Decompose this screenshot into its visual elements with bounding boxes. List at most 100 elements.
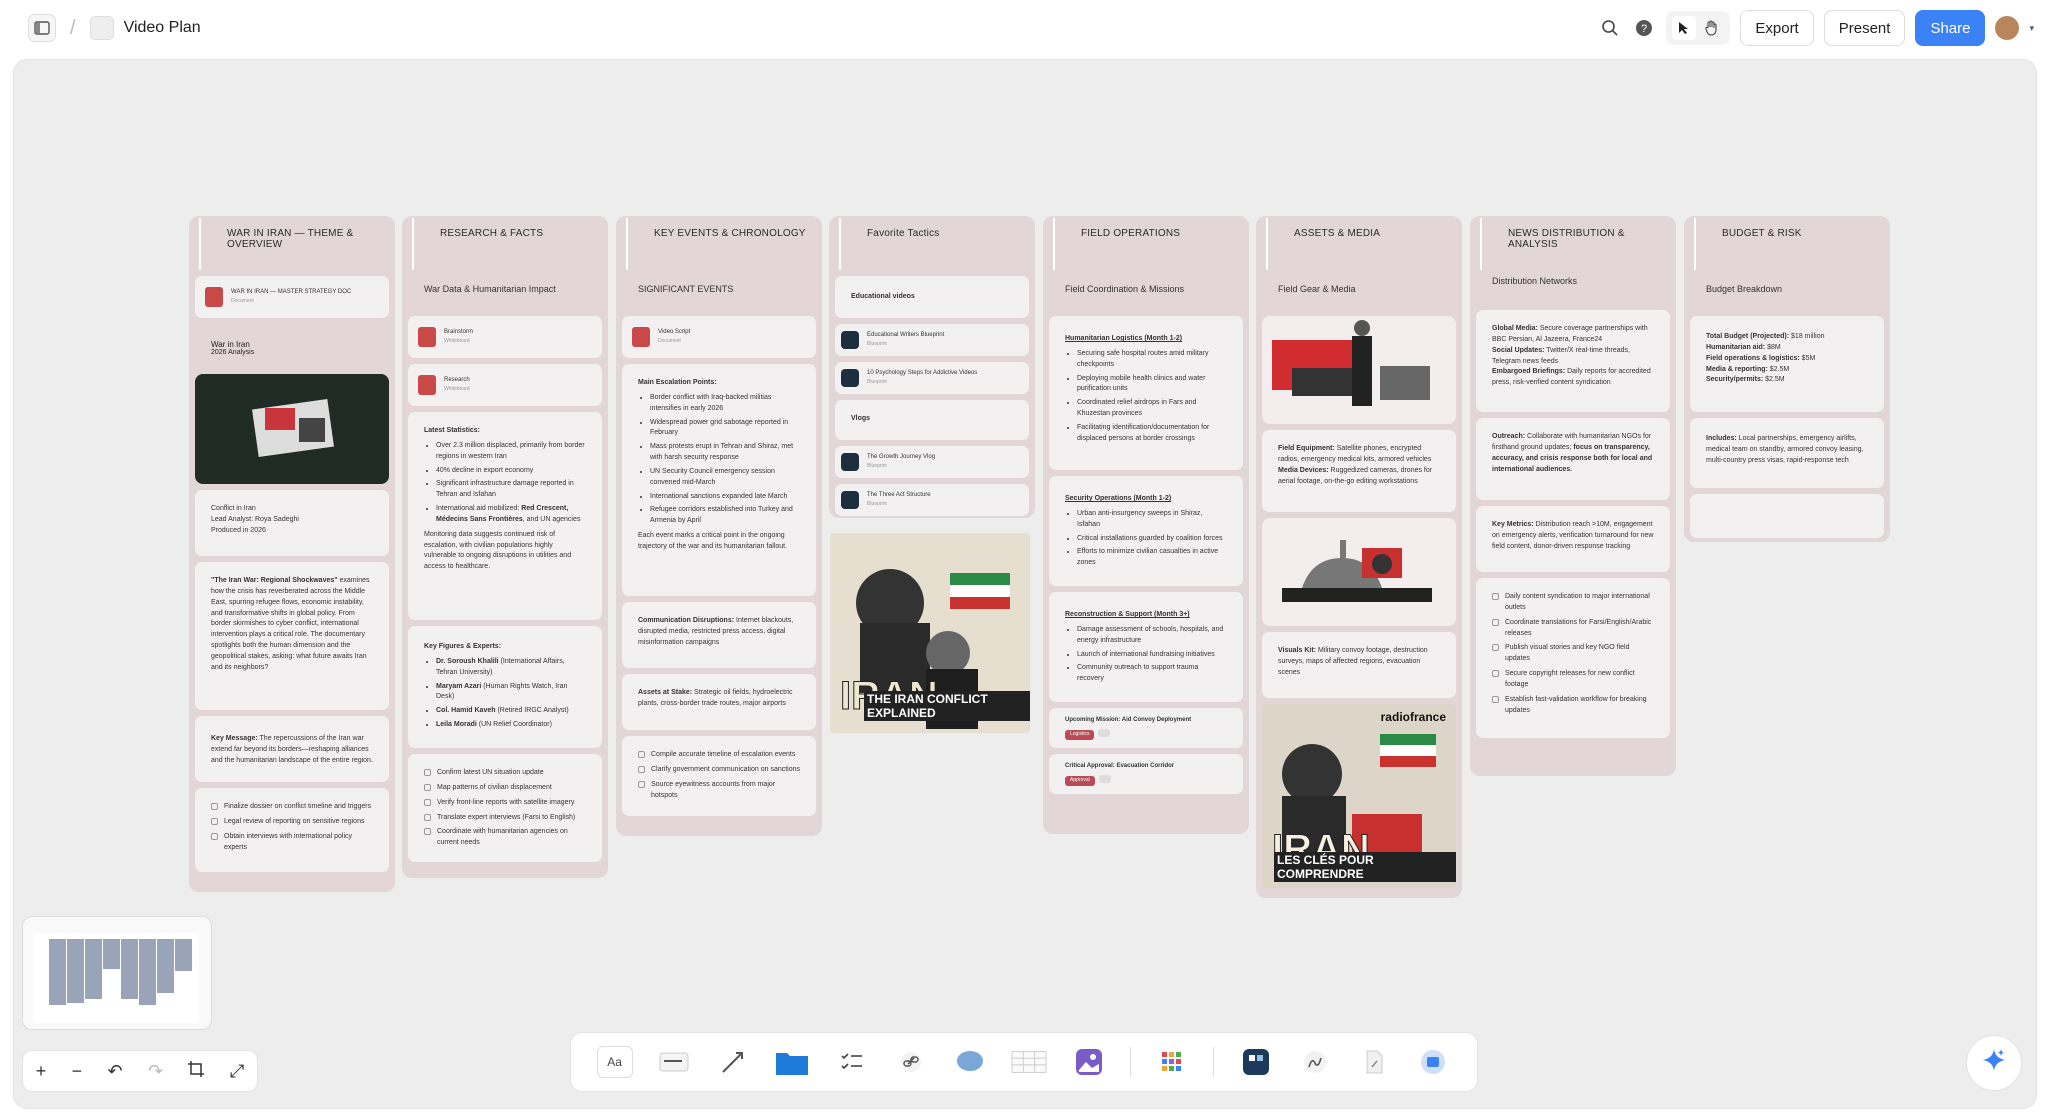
task-item[interactable]: Obtain interviews with international pol… [211,832,373,854]
column-news-distribution[interactable]: NEWS DISTRIBUTION & ANALYSIS Distributio… [1470,216,1676,776]
user-avatar[interactable] [1995,16,2020,40]
security-operations-card[interactable]: Security Operations (Month 1-2) Urban an… [1049,476,1243,586]
column-budget-risk[interactable]: BUDGET & RISK Budget Breakdown Total Bud… [1684,216,1890,542]
whiteboard-card-brainstorm[interactable]: Brainstorm Whiteboard [408,316,602,358]
statistics-card[interactable]: Latest Statistics: Over 2.3 million disp… [408,412,602,620]
attachment-icon[interactable] [1356,1046,1392,1078]
hand-icon[interactable] [1700,16,1724,40]
present-button[interactable]: Present [1823,10,1906,46]
task-item[interactable]: Legal review of reporting on sensitive r… [211,817,373,828]
link-icon[interactable] [893,1046,929,1078]
approval-card[interactable]: Critical Approval: Evacuation Corridor A… [1049,754,1243,794]
ai-assistant-button[interactable] [1966,1035,2022,1091]
zoom-in-icon[interactable]: + [36,1061,47,1082]
table-icon[interactable] [1011,1046,1047,1078]
conflict-info-card[interactable]: Conflict in Iran Lead Analyst: Roya Sade… [195,490,389,556]
lead-text-card[interactable]: "The Iran War: Regional Shockwaves" exam… [195,562,389,710]
column-key-events[interactable]: KEY EVENTS & CHRONOLOGY SIGNIFICANT EVEN… [616,216,822,836]
blueprint-card[interactable]: 10 Psychology Steps for Addictive Videos… [835,362,1029,394]
communication-card[interactable]: Communication Disruptions: Internet blac… [622,602,816,668]
empty-card[interactable] [1690,494,1884,538]
media-collage-image[interactable] [1262,518,1456,626]
comment-icon[interactable] [1098,729,1111,738]
image-icon[interactable] [1071,1046,1107,1078]
export-button[interactable]: Export [1740,10,1814,46]
comment-icon[interactable] [1098,775,1111,784]
mission-card[interactable]: Upcoming Mission: Aid Convoy Deployment … [1049,708,1243,748]
blueprint-card[interactable]: The Three Act Structure Blueprint [835,484,1029,516]
task-item[interactable]: Map patterns of civilian displacement [424,783,586,794]
checkbox[interactable] [424,769,431,776]
task-item[interactable]: Establish fast-validation workflow for b… [1492,695,1654,717]
fullscreen-icon[interactable]: ⤢ [230,1061,244,1082]
reconstruction-card[interactable]: Reconstruction & Support (Month 3+) Dama… [1049,592,1243,702]
blueprint-card[interactable]: Educational Writers Blueprint Blueprint [835,324,1029,356]
checkbox[interactable] [1492,695,1499,703]
text-tool-icon[interactable]: Aa [596,1046,633,1078]
document-card[interactable]: WAR IN IRAN — MASTER STRATEGY DOC Documen… [195,276,389,318]
undo-icon[interactable]: ↶ [108,1061,123,1082]
checkbox[interactable] [1492,670,1499,678]
task-item[interactable]: Translate expert interviews (Farsi to En… [424,813,586,824]
comment-icon[interactable] [952,1046,988,1078]
visuals-kit-card[interactable]: Visuals Kit: Military convoy footage, de… [1262,632,1456,698]
radiofrance-poster[interactable]: radiofrance IRAN LES CLÉS POUR COMPRENDR… [1262,704,1456,888]
checkbox[interactable] [424,783,431,791]
checkbox[interactable] [638,765,645,773]
column-field-operations[interactable]: FIELD OPERATIONS Field Coordination & Mi… [1043,216,1249,834]
key-message-card[interactable]: Key Message: The repercussions of the Ir… [195,716,389,782]
task-item[interactable]: Coordinate with humanitarian agencies on… [424,827,586,849]
note-card-icon[interactable] [656,1046,692,1078]
humanitarian-logistics-card[interactable]: Humanitarian Logistics (Month 1-2) Secur… [1049,316,1243,470]
field-equipment-card[interactable]: Field Equipment: Satellite phones, encry… [1262,430,1456,512]
checkbox[interactable] [211,832,218,840]
checkbox[interactable] [211,817,218,825]
search-icon[interactable] [1598,16,1622,40]
whiteboard-card-research[interactable]: Research Whiteboard [408,364,602,406]
minimap-viewport[interactable] [33,933,199,1023]
group-vlogs[interactable]: Vlogs [835,400,1029,440]
checkbox[interactable] [1492,618,1499,626]
key-metrics-card[interactable]: Key Metrics: Distribution reach >10M, en… [1476,506,1670,572]
chevron-down-icon[interactable]: ▾ [2029,23,2034,34]
includes-card[interactable]: Includes: Local partnerships, emergency … [1690,418,1884,488]
task-list-card[interactable]: Finalize dossier on conflict timeline an… [195,788,389,872]
document-card[interactable]: Video Script Document [622,316,816,358]
budget-card[interactable]: Total Budget (Projected): $18 million Hu… [1690,316,1884,412]
group-educational-videos[interactable]: Educational videos [835,276,1029,318]
task-item[interactable]: Compile accurate timeline of escalation … [638,750,800,761]
task-item[interactable]: Coordinate translations for Farsi/Englis… [1492,618,1654,640]
task-item[interactable]: Daily content syndication to major inter… [1492,592,1654,614]
checklist-icon[interactable] [834,1046,870,1078]
field-gear-image[interactable] [1262,316,1456,424]
task-item[interactable]: Clarify government communication on sanc… [638,765,800,776]
cursor-icon[interactable] [1672,16,1697,40]
checkbox[interactable] [424,798,431,806]
task-item[interactable]: Verify front-line reports with satellite… [424,798,586,809]
task-list-card[interactable]: Daily content syndication to major inter… [1476,578,1670,738]
outreach-card[interactable]: Outreach: Collaborate with humanitarian … [1476,418,1670,500]
task-list-card[interactable]: Compile accurate timeline of escalation … [622,736,816,816]
checkbox[interactable] [638,780,645,788]
checkbox[interactable] [638,751,645,758]
redo-icon[interactable]: ↷ [148,1061,163,1082]
blueprint-card[interactable]: The Growth Journey Vlog Blueprint [835,446,1029,478]
task-list-card[interactable]: Confirm latest UN situation update Map p… [408,754,602,862]
sidebar-toggle-icon[interactable] [28,14,56,42]
distribution-card[interactable]: Global Media: Secure coverage partnershi… [1476,310,1670,412]
task-item[interactable]: Confirm latest UN situation update [424,768,586,779]
zoom-out-icon[interactable]: − [72,1061,83,1082]
column-research-facts[interactable]: RESEARCH & FACTS War Data & Humanitarian… [402,216,608,878]
folder-icon[interactable] [774,1046,810,1078]
arrow-line-icon[interactable] [715,1046,751,1078]
task-item[interactable]: Source eyewitness accounts from major ho… [638,780,800,802]
checkbox[interactable] [424,813,431,821]
key-figures-card[interactable]: Key Figures & Experts: Dr. Soroush Khali… [408,626,602,748]
minimap[interactable] [22,916,212,1030]
share-button[interactable]: Share [1915,10,1986,46]
column-theme-overview[interactable]: WAR IN IRAN — THEME & OVERVIEW WAR IN IR… [189,216,395,892]
board-card-icon[interactable] [1238,1046,1274,1078]
task-item[interactable]: Secure copyright releases for new confli… [1492,669,1654,691]
document-title[interactable]: Video Plan [124,19,201,37]
apps-grid-icon[interactable] [1154,1046,1190,1078]
